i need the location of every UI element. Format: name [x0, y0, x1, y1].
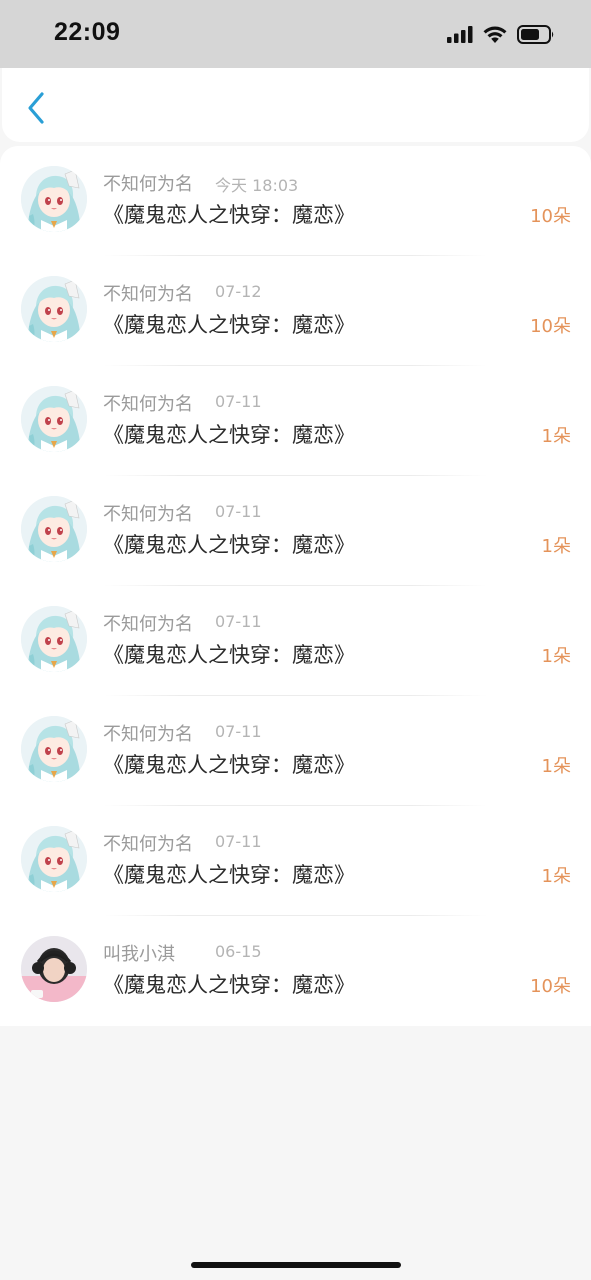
gift-amount: 10朵 [530, 206, 571, 227]
book-title: 《魔鬼恋人之快穿：魔恋》 [103, 533, 355, 557]
wifi-icon [483, 26, 507, 43]
home-indicator [191, 1262, 401, 1268]
battery-icon [517, 24, 554, 44]
sender-name[interactable]: 叫我小淇 [103, 940, 175, 966]
avatar[interactable] [21, 936, 87, 1002]
book-title: 《魔鬼恋人之快穿：魔恋》 [103, 643, 355, 667]
gift-amount: 1朵 [541, 426, 571, 447]
sender-name[interactable]: 不知何为名 [103, 720, 193, 746]
list-item[interactable]: 不知何为名 07-11 《魔鬼恋人之快穿：魔恋》 1朵 [0, 366, 591, 476]
status-bar: 22:09 [0, 0, 591, 68]
avatar[interactable] [21, 826, 87, 892]
gift-amount: 1朵 [541, 866, 571, 887]
gift-amount: 1朵 [541, 646, 571, 667]
sender-name[interactable]: 不知何为名 [103, 830, 193, 856]
record-time: 07-11 [215, 392, 262, 411]
record-time: 06-15 [215, 942, 262, 961]
record-time: 07-11 [215, 502, 262, 521]
book-title: 《魔鬼恋人之快穿：魔恋》 [103, 753, 355, 777]
list-item[interactable]: 不知何为名 07-11 《魔鬼恋人之快穿：魔恋》 1朵 [0, 696, 591, 806]
status-icons [447, 22, 555, 46]
gift-record-list: 不知何为名 今天 18:03 《魔鬼恋人之快穿：魔恋》 10朵 不知何为名 07… [0, 146, 591, 1026]
list-item[interactable]: 不知何为名 07-11 《魔鬼恋人之快穿：魔恋》 1朵 [0, 806, 591, 916]
sender-name[interactable]: 不知何为名 [103, 610, 193, 636]
back-button[interactable] [22, 90, 52, 126]
sender-name[interactable]: 不知何为名 [103, 280, 193, 306]
avatar[interactable] [21, 606, 87, 672]
book-title: 《魔鬼恋人之快穿：魔恋》 [103, 973, 355, 997]
list-item[interactable]: 叫我小淇 06-15 《魔鬼恋人之快穿：魔恋》 10朵 [0, 916, 591, 1026]
avatar[interactable] [21, 496, 87, 562]
avatar[interactable] [21, 386, 87, 452]
list-item[interactable]: 不知何为名 今天 18:03 《魔鬼恋人之快穿：魔恋》 10朵 [0, 146, 591, 256]
sender-name[interactable]: 不知何为名 [103, 500, 193, 526]
avatar[interactable] [21, 716, 87, 782]
record-time: 07-11 [215, 722, 262, 741]
list-item[interactable]: 不知何为名 07-12 《魔鬼恋人之快穿：魔恋》 10朵 [0, 256, 591, 366]
gift-amount: 10朵 [530, 316, 571, 337]
record-time: 07-11 [215, 832, 262, 851]
record-time: 今天 18:03 [215, 176, 299, 195]
book-title: 《魔鬼恋人之快穿：魔恋》 [103, 313, 355, 337]
book-title: 《魔鬼恋人之快穿：魔恋》 [103, 423, 355, 447]
gift-amount: 10朵 [530, 976, 571, 997]
list-item[interactable]: 不知何为名 07-11 《魔鬼恋人之快穿：魔恋》 1朵 [0, 476, 591, 586]
avatar[interactable] [21, 276, 87, 342]
signal-icon [447, 26, 473, 43]
sender-name[interactable]: 不知何为名 [103, 170, 193, 196]
book-title: 《魔鬼恋人之快穿：魔恋》 [103, 203, 355, 227]
record-time: 07-11 [215, 612, 262, 631]
avatar[interactable] [21, 166, 87, 232]
chevron-left-icon [28, 92, 44, 124]
gift-amount: 1朵 [541, 756, 571, 777]
list-item[interactable]: 不知何为名 07-11 《魔鬼恋人之快穿：魔恋》 1朵 [0, 586, 591, 696]
book-title: 《魔鬼恋人之快穿：魔恋》 [103, 863, 355, 887]
nav-bar [2, 68, 589, 142]
gift-amount: 1朵 [541, 536, 571, 557]
sender-name[interactable]: 不知何为名 [103, 390, 193, 416]
record-time: 07-12 [215, 282, 262, 301]
status-time: 22:09 [54, 18, 121, 46]
